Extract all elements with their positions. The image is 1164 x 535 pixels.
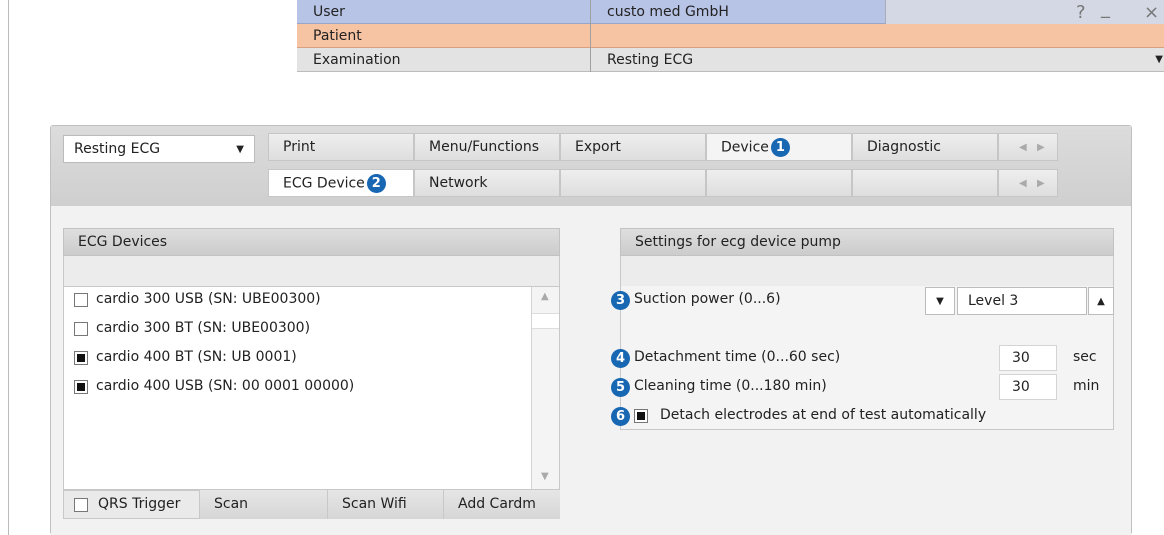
tab-scroll-row1[interactable]: ◀ ▶	[998, 133, 1058, 161]
tab-empty	[706, 169, 852, 197]
module-select[interactable]: Resting ECG ▼	[63, 135, 255, 163]
tab-empty	[852, 169, 998, 197]
examination-label: Examination	[313, 52, 401, 68]
patient-label: Patient	[313, 28, 362, 44]
minimize-button[interactable]: _	[1101, 0, 1110, 19]
detach-electrodes-label: Detach electrodes at end of test automat…	[660, 407, 987, 423]
tab-ecg-device-label: ECG Device	[283, 175, 365, 192]
device-checkbox[interactable]	[74, 293, 88, 307]
device-label: cardio 300 BT (SN: UBE00300)	[96, 320, 311, 336]
scan-button[interactable]: Scan	[199, 490, 327, 519]
help-button[interactable]: ?	[1076, 2, 1086, 23]
tab-scroll-row2[interactable]: ◀ ▶	[998, 169, 1058, 197]
close-button[interactable]: ×	[1144, 2, 1159, 23]
qrs-trigger-label: QRS Trigger	[98, 496, 181, 512]
device-checkbox[interactable]	[74, 322, 88, 336]
chevron-right-icon[interactable]: ▶	[1037, 178, 1045, 189]
suction-decrease-button[interactable]: ▼	[925, 287, 955, 315]
suction-increase-button[interactable]: ▲	[1088, 287, 1114, 315]
suction-power-value: Level 3	[968, 293, 1019, 309]
suction-power-label: Suction power (0...6)	[634, 291, 781, 307]
badge-4: 4	[611, 349, 630, 368]
scan-wifi-button[interactable]: Scan Wifi	[327, 490, 443, 519]
tab-print[interactable]: Print	[268, 133, 414, 161]
tab-export[interactable]: Export	[560, 133, 706, 161]
scroll-up-icon[interactable]: ▲	[541, 291, 549, 302]
ecg-devices-title: ECG Devices	[78, 234, 168, 250]
tab-network[interactable]: Network	[414, 169, 560, 197]
cleaning-time-label: Cleaning time (0...180 min)	[634, 378, 827, 394]
pump-settings-subheader	[620, 256, 1114, 286]
divider	[590, 0, 591, 24]
tab-diagnostic-label: Diagnostic	[867, 139, 941, 155]
badge-6: 6	[611, 407, 630, 426]
pump-settings-title: Settings for ecg device pump	[635, 234, 841, 250]
device-label: cardio 300 USB (SN: UBE00300)	[96, 291, 321, 307]
badge-3: 3	[611, 291, 630, 310]
tab-export-label: Export	[575, 139, 621, 155]
tab-diagnostic[interactable]: Diagnostic	[852, 133, 998, 161]
chevron-down-icon: ▼	[236, 144, 244, 155]
patient-row[interactable]: Patient	[297, 24, 1164, 48]
ecg-devices-header: ECG Devices	[63, 228, 560, 256]
ecg-devices-subheader	[63, 256, 560, 286]
pump-settings-header: Settings for ecg device pump	[620, 228, 1114, 256]
tab-device[interactable]: Device 1	[706, 133, 852, 161]
user-row-right: ? _ ×	[885, 0, 1164, 24]
device-checkbox[interactable]	[74, 380, 88, 394]
examination-row[interactable]: Examination Resting ECG ▼	[297, 48, 1164, 72]
tab-menu-functions-label: Menu/Functions	[429, 139, 539, 155]
tab-menu-functions[interactable]: Menu/Functions	[414, 133, 560, 161]
badge-1: 1	[770, 138, 790, 157]
scroll-down-icon[interactable]: ▼	[541, 471, 549, 482]
divider	[590, 48, 591, 72]
scan-button-label: Scan	[214, 496, 249, 512]
detachment-time-value: 30	[1012, 350, 1030, 366]
badge-2: 2	[366, 174, 386, 193]
detachment-time-input[interactable]: 30	[999, 345, 1057, 371]
user-label: User	[313, 4, 345, 20]
window-frame	[8, 0, 9, 535]
tab-network-label: Network	[429, 175, 488, 191]
module-select-value: Resting ECG	[74, 141, 161, 157]
tab-print-label: Print	[283, 139, 316, 155]
device-label: cardio 400 BT (SN: UB 0001)	[96, 349, 297, 365]
user-value: custo med GmbH	[607, 4, 729, 20]
chevron-left-icon[interactable]: ◀	[1019, 142, 1027, 153]
tab-ecg-device[interactable]: ECG Device 2	[268, 169, 414, 197]
examination-dropdown-icon[interactable]: ▼	[1155, 54, 1163, 65]
scan-wifi-button-label: Scan Wifi	[342, 496, 407, 512]
cleaning-time-value: 30	[1012, 379, 1030, 395]
suction-power-select[interactable]: Level 3	[957, 287, 1087, 315]
cleaning-time-input[interactable]: 30	[999, 374, 1057, 400]
detachment-time-unit: sec	[1073, 349, 1097, 365]
chevron-right-icon[interactable]: ▶	[1037, 142, 1045, 153]
badge-5: 5	[611, 378, 630, 397]
device-label: cardio 400 USB (SN: 00 0001 00000)	[96, 378, 355, 394]
divider	[590, 24, 591, 48]
examination-value: Resting ECG	[607, 52, 694, 68]
detach-electrodes-checkbox[interactable]	[634, 409, 648, 423]
tab-empty	[560, 169, 706, 197]
scroll-thumb[interactable]	[532, 313, 559, 329]
user-row: User custo med GmbH ? _ ×	[297, 0, 1164, 24]
detachment-time-label: Detachment time (0...60 sec)	[634, 349, 841, 365]
add-cardm-button[interactable]: Add Cardm	[443, 490, 560, 519]
tab-device-label: Device	[721, 139, 769, 156]
chevron-left-icon[interactable]: ◀	[1019, 178, 1027, 189]
add-cardm-button-label: Add Cardm	[458, 496, 536, 512]
qrs-trigger-checkbox[interactable]	[74, 498, 88, 512]
device-checkbox[interactable]	[74, 351, 88, 365]
list-scrollbar[interactable]: ▲ ▼	[531, 287, 559, 489]
cleaning-time-unit: min	[1073, 378, 1100, 394]
